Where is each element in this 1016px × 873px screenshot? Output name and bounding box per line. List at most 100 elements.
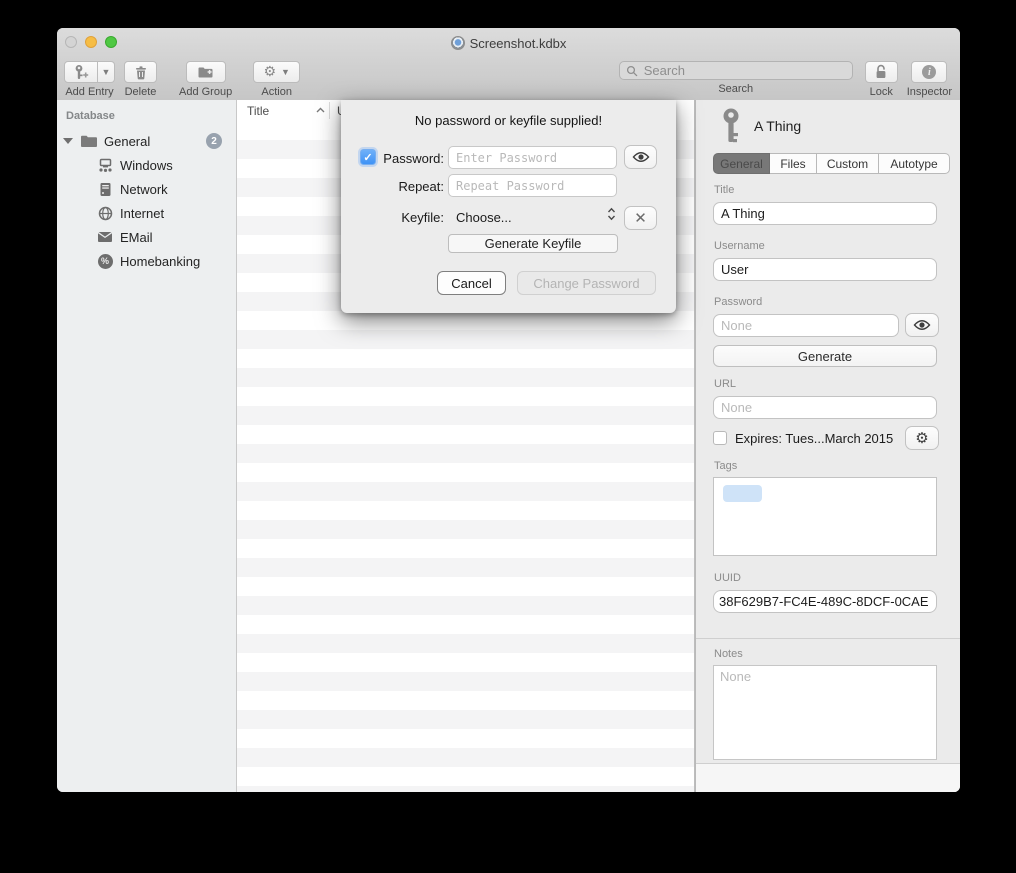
- change-password-sheet: No password or keyfile supplied! ✓ Passw…: [341, 100, 676, 313]
- add-group-button[interactable]: [186, 61, 226, 83]
- add-entry-button[interactable]: [64, 61, 98, 83]
- entry-count-badge: 2: [206, 133, 222, 149]
- eye-icon: [632, 151, 650, 163]
- reveal-sheet-password-button[interactable]: [624, 145, 657, 169]
- tag-token[interactable]: [723, 485, 762, 502]
- username-field[interactable]: [713, 258, 937, 281]
- inspector-label: Inspector: [907, 86, 952, 98]
- expires-label: Expires: Tues...March 2015: [735, 431, 893, 446]
- repeat-label: Repeat:: [341, 179, 444, 194]
- sidebar-item-network[interactable]: Network: [57, 177, 236, 201]
- tab-autotype[interactable]: Autotype: [879, 153, 950, 174]
- window-title: Screenshot.kdbx: [57, 36, 960, 51]
- sidebar-item-label: EMail: [120, 230, 153, 245]
- sidebar-item-windows[interactable]: Windows: [57, 153, 236, 177]
- tags-box[interactable]: [713, 477, 937, 556]
- delete-item: Delete: [124, 61, 157, 98]
- inspector-footer: [696, 763, 960, 792]
- inspector-item: i Inspector: [907, 61, 952, 98]
- password-field[interactable]: [713, 314, 899, 337]
- password-field-label: Password: [714, 296, 762, 308]
- username-field-label: Username: [714, 240, 765, 252]
- toolbar: ▼ Add Entry Delete Add Group: [57, 58, 960, 99]
- key-plus-icon: [73, 64, 89, 81]
- action-item: ⚙ ▼ Action: [253, 61, 300, 98]
- document-icon: [451, 36, 465, 50]
- add-group-label: Add Group: [179, 86, 232, 98]
- enter-password-input[interactable]: [448, 146, 617, 169]
- reveal-password-button[interactable]: [905, 313, 939, 337]
- keyfile-label: Keyfile:: [341, 210, 444, 225]
- notes-field-label: Notes: [714, 648, 743, 660]
- url-field-label: URL: [714, 378, 736, 390]
- tags-field-label: Tags: [714, 460, 737, 472]
- server-icon: [96, 181, 114, 197]
- folder-icon: [80, 133, 98, 149]
- sidebar-item-label: Windows: [120, 158, 173, 173]
- delete-button[interactable]: [124, 61, 157, 83]
- gear-icon: ⚙: [263, 65, 276, 79]
- search-icon: [626, 65, 638, 77]
- expires-settings-button[interactable]: ⚙: [905, 426, 939, 450]
- tab-general[interactable]: General: [713, 153, 770, 174]
- sidebar-item-label: Network: [120, 182, 168, 197]
- chevron-down-icon: ▼: [102, 68, 111, 77]
- tab-files[interactable]: Files: [770, 153, 817, 174]
- add-group-item: Add Group: [179, 61, 232, 98]
- stepper-icon[interactable]: [607, 207, 616, 221]
- repeat-password-input[interactable]: [448, 174, 617, 197]
- sidebar-item-email[interactable]: EMail: [57, 225, 236, 249]
- search-area: Search: [619, 61, 853, 95]
- search-field[interactable]: [619, 61, 853, 80]
- window-chrome: Screenshot.kdbx ▼ Add Entry: [57, 28, 960, 101]
- sidebar-item-label: General: [104, 134, 150, 149]
- sidebar: Database General 2 Windows Network: [57, 100, 237, 792]
- percent-icon: %: [96, 253, 114, 269]
- uuid-field[interactable]: [713, 590, 937, 613]
- screenshot-canvas: { "window": { "title": "Screenshot.kdbx"…: [0, 0, 1016, 873]
- delete-label: Delete: [125, 86, 157, 98]
- add-entry-label: Add Entry: [65, 86, 113, 98]
- sheet-message: No password or keyfile supplied!: [341, 113, 676, 128]
- sidebar-item-homebanking[interactable]: % Homebanking: [57, 249, 236, 273]
- password-label: Password:: [341, 151, 444, 166]
- folder-plus-icon: [197, 65, 214, 79]
- inspector-tabs: General Files Custom Autotype: [713, 153, 950, 174]
- disclosure-triangle-icon[interactable]: [63, 138, 73, 144]
- inspector-button[interactable]: i: [911, 61, 947, 83]
- add-entry-dropdown[interactable]: ▼: [98, 61, 115, 83]
- cancel-button[interactable]: Cancel: [437, 271, 506, 295]
- expires-checkbox[interactable]: [713, 431, 727, 445]
- add-entry-item: ▼ Add Entry: [64, 61, 115, 98]
- unlock-icon: [874, 64, 888, 80]
- column-header-title[interactable]: Title: [247, 104, 269, 118]
- generate-password-button[interactable]: Generate: [713, 345, 937, 367]
- key-icon: [720, 108, 742, 145]
- url-field[interactable]: [713, 396, 937, 419]
- gear-icon: ⚙: [915, 431, 928, 446]
- keyfile-popup[interactable]: Choose...: [456, 210, 512, 225]
- clear-keyfile-button[interactable]: ✕: [624, 206, 657, 230]
- search-input[interactable]: [642, 62, 846, 79]
- windows-network-icon: [96, 157, 114, 173]
- action-button[interactable]: ⚙ ▼: [253, 61, 300, 83]
- lock-button[interactable]: [865, 61, 898, 83]
- generate-keyfile-button[interactable]: Generate Keyfile: [448, 234, 618, 253]
- title-field-label: Title: [714, 184, 734, 196]
- close-x-icon: ✕: [634, 211, 647, 226]
- sidebar-item-general[interactable]: General 2: [57, 129, 236, 153]
- column-divider[interactable]: [329, 102, 330, 119]
- entry-title: A Thing: [754, 118, 801, 134]
- inspector-divider: [696, 638, 960, 639]
- change-password-button[interactable]: Change Password: [517, 271, 656, 295]
- lock-label: Lock: [870, 86, 893, 98]
- sidebar-item-internet[interactable]: Internet: [57, 201, 236, 225]
- tab-custom[interactable]: Custom: [817, 153, 879, 174]
- eye-icon: [913, 319, 931, 331]
- info-icon: i: [922, 65, 936, 79]
- envelope-icon: [96, 229, 114, 245]
- chevron-down-icon: ▼: [281, 68, 290, 77]
- window-title-text: Screenshot.kdbx: [470, 36, 567, 51]
- title-field[interactable]: [713, 202, 937, 225]
- notes-field[interactable]: [713, 665, 937, 760]
